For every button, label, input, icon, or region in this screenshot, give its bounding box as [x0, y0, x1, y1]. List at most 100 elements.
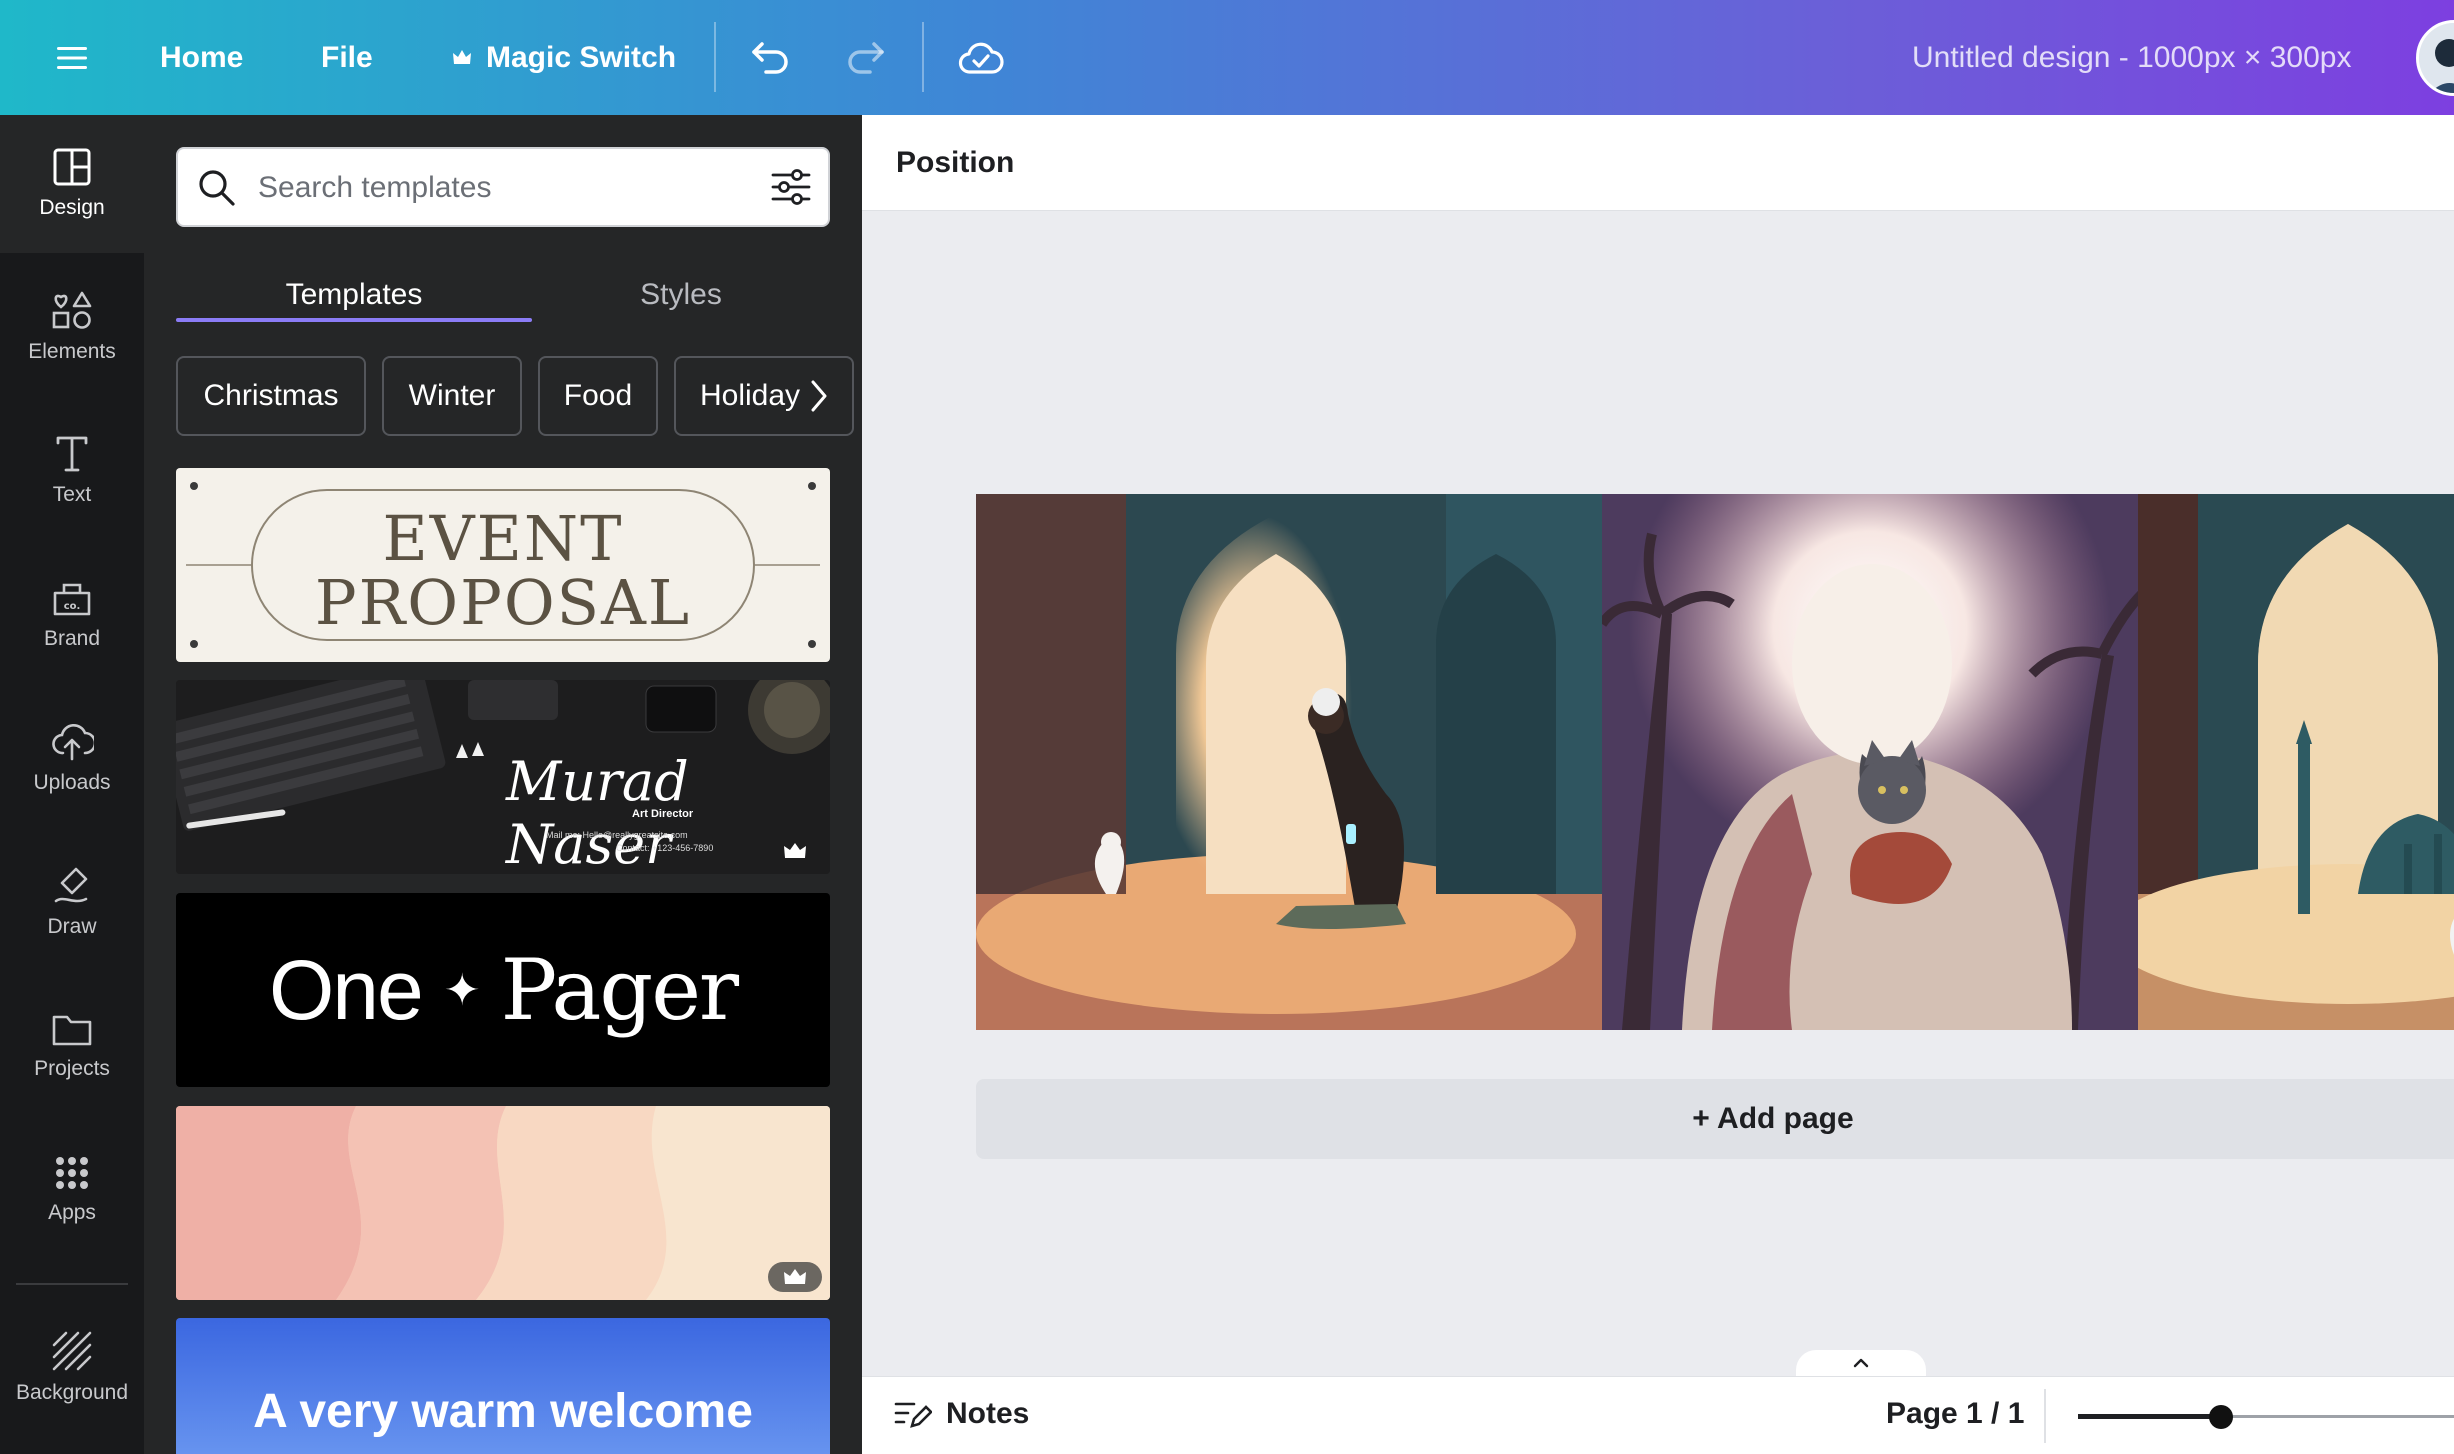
topbar-divider-2 [922, 22, 924, 92]
brand-icon: co. [53, 583, 91, 616]
rail-item-brand[interactable]: co. Brand [0, 546, 144, 684]
chip-winter[interactable]: Winter [382, 356, 522, 436]
magic-switch-label: Magic Switch [486, 40, 677, 74]
template-event-proposal[interactable]: EVENT PROPOSAL [176, 468, 830, 662]
crown-icon [784, 1269, 806, 1284]
welcome-text: A very warm welcome [253, 1385, 753, 1438]
position-button[interactable]: Position [896, 146, 1014, 180]
crown-icon [784, 843, 806, 858]
document-title[interactable]: Untitled design - 1000px × 300px [1912, 0, 2351, 115]
chevron-right-icon [811, 380, 827, 412]
notes-button[interactable]: Notes [894, 1397, 1029, 1431]
file-menu[interactable]: File [321, 0, 373, 115]
canvas-image-2[interactable] [1602, 494, 2138, 1030]
rail-label-apps: Apps [48, 1201, 96, 1224]
one-pager-title: One ✦ Pager [176, 893, 830, 1087]
event-title-line2: PROPOSAL [314, 566, 692, 639]
rail-label-uploads: Uploads [33, 771, 111, 794]
chevron-up-icon [1853, 1358, 1869, 1368]
left-rail: Design Elements Text co. Brand Uploads D… [0, 115, 144, 1454]
search-box[interactable]: Search templates [176, 147, 830, 227]
notes-icon [894, 1402, 932, 1428]
signature-contact: Contact: +123-456-7890 [616, 843, 714, 853]
rail-divider [16, 1283, 128, 1285]
chip-food[interactable]: Food [538, 356, 658, 436]
user-avatar[interactable] [2416, 20, 2454, 96]
draw-icon [54, 867, 88, 903]
premium-badge [768, 836, 822, 866]
rail-label-design: Design [39, 196, 105, 219]
signature-role: Art Director [632, 808, 694, 820]
home-link[interactable]: Home [160, 0, 243, 115]
bottom-bar: Notes Page 1 / 1 [862, 1376, 2454, 1454]
rail-item-background[interactable]: Background [0, 1299, 144, 1437]
template-email-signature[interactable]: Murad Naser Art Director Mail me: Hello@… [176, 680, 830, 874]
one-pager-star: ✦ [443, 965, 481, 1015]
redo-button[interactable] [844, 0, 886, 115]
rail-label-draw: Draw [47, 915, 97, 938]
svg-text:co.: co. [64, 601, 81, 612]
context-toolbar: Position [862, 115, 2454, 211]
rail-item-apps[interactable]: Apps [0, 1121, 144, 1259]
zoom-slider-fill [2078, 1414, 2221, 1419]
notes-label: Notes [946, 1397, 1030, 1430]
undo-button[interactable] [750, 0, 792, 115]
rail-label-text: Text [52, 483, 92, 506]
redo-icon [848, 41, 884, 74]
event-title-line1: EVENT [382, 502, 624, 575]
main-menu-button[interactable] [48, 0, 96, 115]
undo-icon [752, 41, 788, 74]
active-tab-indicator [176, 318, 532, 322]
crown-icon [453, 49, 471, 64]
signature-mail: Mail me: Hello@reallygreatsite.com [546, 830, 688, 840]
canvas-image-1[interactable] [976, 494, 1602, 1030]
canvas-image-3[interactable] [2138, 494, 2454, 1030]
rail-item-text[interactable]: Text [0, 402, 144, 540]
filter-sliders-icon[interactable] [770, 167, 812, 207]
one-pager-word2: Pager [500, 941, 739, 1039]
cloud-check-icon [958, 42, 1004, 74]
rail-item-draw[interactable]: Draw [0, 833, 144, 971]
page-indicator[interactable]: Page 1 / 1 [1886, 1397, 2024, 1431]
man-with-cat-illustration [1602, 494, 2138, 1030]
grid-icon [56, 1157, 88, 1189]
one-pager-word1: One [268, 942, 424, 1037]
mosque-scene-illustration [2138, 494, 2454, 1030]
text-icon [56, 436, 88, 472]
search-input[interactable]: Search templates [258, 171, 491, 205]
hamburger-icon [57, 46, 87, 69]
rail-label-brand: Brand [43, 627, 101, 650]
prayer-scene-illustration [976, 494, 1602, 1030]
premium-badge [768, 1262, 822, 1292]
editor-area: Position + Add page Notes Page 1 / 1 [862, 115, 2454, 1454]
chip-christmas[interactable]: Christmas [176, 356, 366, 436]
rail-item-uploads[interactable]: Uploads [0, 690, 144, 828]
tab-styles[interactable]: Styles [532, 263, 830, 327]
add-page-button[interactable]: + Add page [976, 1079, 2454, 1159]
rail-item-elements[interactable]: Elements [0, 258, 144, 396]
rail-item-design[interactable]: Design [0, 115, 144, 253]
template-pastel-waves[interactable] [176, 1106, 830, 1300]
top-bar: Home File Magic Switch Untitled design -… [0, 0, 2454, 115]
rail-label-background: Background [15, 1381, 129, 1404]
template-one-pager[interactable]: One ✦ Pager [176, 893, 830, 1087]
bottom-divider [2044, 1389, 2046, 1443]
templates-panel: Search templates Templates Styles Christ… [144, 115, 862, 1454]
shapes-icon [52, 291, 92, 329]
show-pages-handle[interactable] [1796, 1350, 1926, 1376]
waves-graphic [176, 1106, 830, 1300]
magic-switch-button[interactable]: Magic Switch [452, 0, 676, 115]
save-status-button[interactable] [958, 0, 1004, 115]
design-canvas[interactable] [976, 494, 2454, 1030]
zoom-slider-thumb[interactable] [2208, 1405, 2233, 1429]
template-warm-welcome[interactable]: A very warm welcome [176, 1318, 830, 1454]
rail-label-projects: Projects [34, 1057, 110, 1080]
layout-icon [53, 148, 91, 186]
hatch-icon [52, 1331, 92, 1371]
cloud-upload-icon [52, 723, 94, 761]
chips-next-button[interactable] [804, 356, 834, 436]
user-photo-icon [2419, 23, 2454, 93]
rail-item-projects[interactable]: Projects [0, 977, 144, 1115]
folder-icon [52, 1015, 92, 1046]
add-page-label: + Add page [1692, 1102, 1854, 1135]
